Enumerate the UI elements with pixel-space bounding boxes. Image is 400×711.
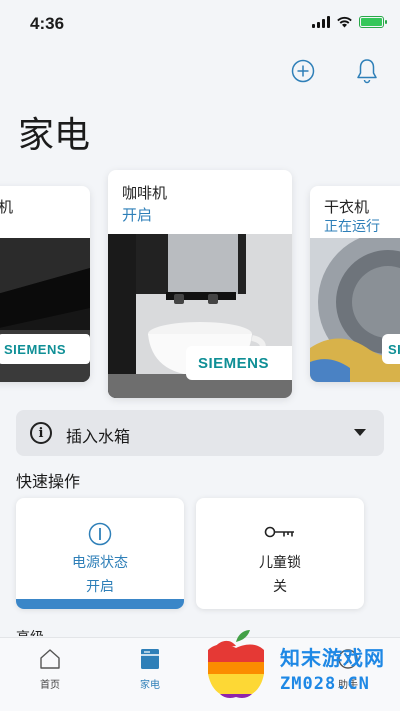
status-bar: 4:36 <box>0 0 400 44</box>
plus-circle-icon <box>291 59 315 83</box>
appliance-card-coffee[interactable]: 咖啡机 开启 SIEMENS <box>108 170 292 398</box>
siemens-logo: SIEMENS <box>186 346 292 380</box>
appliance-name: 干衣机 <box>324 198 370 216</box>
tab-appliance[interactable]: 家电 <box>120 648 180 691</box>
child-lock-label: 儿童锁 <box>259 555 301 571</box>
alert-text: 插入水箱 <box>66 427 131 446</box>
appliance-name: 咖啡机 <box>122 184 168 202</box>
clock: 4:36 <box>30 14 65 33</box>
active-indicator <box>16 599 184 609</box>
watermark-url: ZM028.CN <box>280 674 370 694</box>
advanced-section-title: 高级 <box>16 627 44 636</box>
tab-appliance-label: 家电 <box>140 680 160 691</box>
child-lock-card[interactable]: 儿童锁 关 <box>196 498 364 609</box>
battery-icon <box>359 16 387 28</box>
appliance-card-dryer[interactable]: 干衣机 正在运行 SI <box>310 186 400 382</box>
appliance-card-oven[interactable]: 机 SIEMENS <box>0 186 90 382</box>
siemens-logo: SIEMENS <box>0 334 90 364</box>
cellular-signal-icon <box>312 16 330 28</box>
page-title: 家电 <box>18 115 91 156</box>
notifications-button[interactable] <box>354 58 380 84</box>
power-status-value: 开启 <box>86 579 114 595</box>
watermark: 知末游戏网 ZM028.CN <box>200 624 396 704</box>
home-icon <box>40 649 60 669</box>
tab-home[interactable]: 首页 <box>20 648 80 691</box>
info-icon: i <box>30 422 52 444</box>
key-icon <box>264 526 294 538</box>
chevron-down-icon <box>354 429 366 436</box>
power-status-card[interactable]: 电源状态 开启 <box>16 498 184 609</box>
add-button[interactable] <box>290 58 316 84</box>
bell-icon <box>357 59 377 84</box>
quick-actions-title: 快速操作 <box>16 472 81 491</box>
wifi-icon <box>337 16 352 28</box>
appliance-icon <box>141 649 159 669</box>
status-icons <box>312 16 387 28</box>
tab-home-label: 首页 <box>40 680 60 691</box>
siemens-logo: SI <box>382 334 400 364</box>
watermark-apple-logo <box>208 630 264 698</box>
appliance-name: 机 <box>0 198 14 216</box>
child-lock-value: 关 <box>273 579 287 595</box>
watermark-title: 知末游戏网 <box>280 646 385 670</box>
header-actions <box>290 58 380 84</box>
appliance-status: 开启 <box>122 206 153 224</box>
power-status-label: 电源状态 <box>72 555 128 571</box>
alert-bar[interactable]: i 插入水箱 <box>16 410 384 456</box>
power-icon <box>88 522 112 546</box>
appliance-status: 正在运行 <box>324 219 380 235</box>
